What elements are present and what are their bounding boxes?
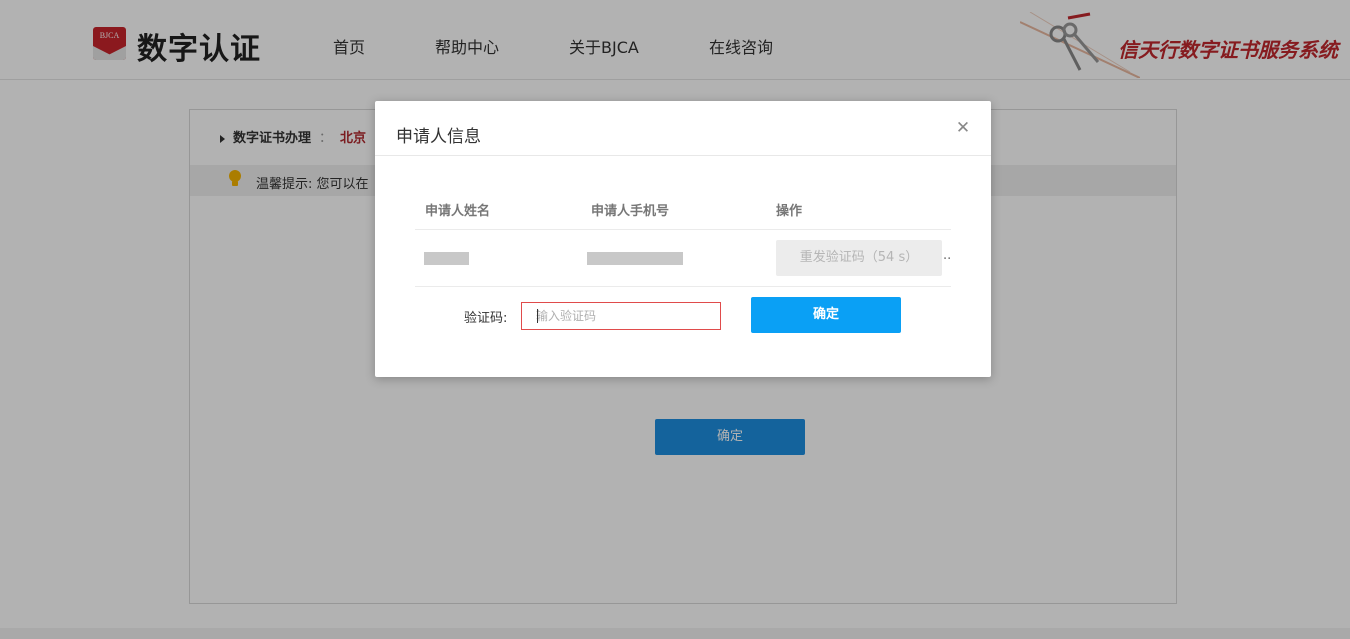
text-cursor: [537, 309, 538, 323]
redacted-applicant-name: [424, 252, 469, 265]
modal-confirm-button[interactable]: 确定: [751, 297, 901, 333]
table-bottom-divider: [415, 286, 951, 287]
column-header-name: 申请人姓名: [425, 204, 491, 219]
applicant-info-modal: 申请人信息 ✕ 申请人姓名 申请人手机号 操作 重发验证码（54 s） .. 验…: [375, 101, 991, 377]
close-icon[interactable]: ✕: [955, 120, 971, 137]
overflow-ellipsis: ..: [943, 248, 952, 263]
modal-divider: [375, 155, 991, 156]
table-row-divider: [415, 229, 951, 230]
column-header-action: 操作: [776, 204, 803, 219]
redacted-phone-number: [587, 252, 683, 265]
verification-code-input[interactable]: [521, 302, 721, 330]
modal-title: 申请人信息: [396, 127, 481, 147]
verification-code-label: 验证码:: [464, 311, 508, 326]
column-header-phone: 申请人手机号: [591, 204, 670, 219]
resend-code-button[interactable]: 重发验证码（54 s）: [776, 240, 942, 276]
